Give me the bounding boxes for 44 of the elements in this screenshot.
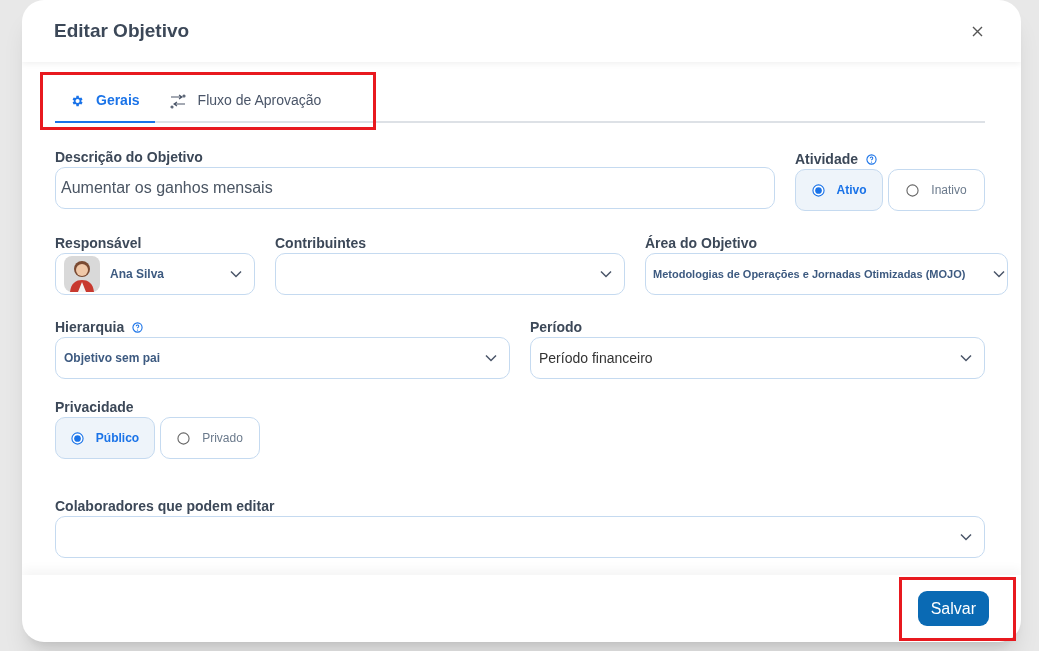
radio-icon — [811, 183, 825, 197]
field-label: Descrição do Objetivo — [55, 150, 203, 164]
field-label: Colaboradores que podem editar — [55, 499, 275, 513]
radio-option[interactable]: Público — [55, 417, 155, 459]
chevron-down-icon — [993, 270, 1005, 278]
radio-option[interactable]: Ativo — [795, 169, 883, 211]
chevron-down-icon — [960, 533, 972, 541]
tab[interactable]: Fluxo de Aprovação — [154, 80, 337, 123]
select-field[interactable] — [55, 516, 985, 558]
save-button[interactable]: Salvar — [917, 591, 989, 626]
select-field[interactable]: Metodologias de Operações e Jornadas Otimizadas (MOJO) — [645, 253, 1008, 295]
close-icon — [971, 25, 983, 37]
radio-icon — [70, 431, 84, 445]
field-label: Período — [530, 320, 583, 334]
select-field[interactable]: Objetivo sem pai — [55, 337, 510, 379]
gear-icon — [70, 93, 84, 108]
flow-icon — [169, 92, 186, 109]
avatar-icon — [64, 256, 100, 292]
description-input[interactable]: Aumentar os ganhos mensais — [55, 167, 775, 209]
tab[interactable]: Gerais — [55, 80, 155, 123]
radio-option[interactable]: Privado — [160, 417, 260, 459]
chevron-down-icon — [485, 354, 497, 362]
select-value: Período financeiro — [538, 348, 653, 368]
field-label: Atividade — [795, 152, 858, 166]
dialog-title: Editar Objetivo — [54, 18, 190, 43]
chevron-down-icon — [600, 270, 612, 278]
radio-icon — [906, 183, 920, 197]
select-value: Objetivo sem pai — [63, 350, 161, 367]
field-label: Contribuintes — [275, 236, 366, 250]
field-label: Responsável — [55, 236, 142, 250]
field-label: Privacidade — [55, 400, 134, 414]
select-value: Ana Silva — [110, 266, 165, 283]
radio-option[interactable]: Inativo — [888, 169, 985, 211]
field-label: Hierarquia — [55, 320, 125, 334]
chevron-down-icon — [960, 354, 972, 362]
field-label: Área do Objetivo — [645, 236, 758, 250]
select-field[interactable] — [275, 253, 625, 295]
chevron-down-icon — [230, 270, 242, 278]
select-field[interactable]: Ana Silva — [55, 253, 255, 295]
radio-icon — [177, 431, 191, 445]
select-value: Metodologias de Operações e Jornadas Otimizadas (MOJO) — [652, 266, 966, 282]
help-icon — [866, 153, 877, 165]
help-icon — [132, 321, 144, 333]
select-field[interactable]: Período financeiro — [530, 337, 985, 379]
